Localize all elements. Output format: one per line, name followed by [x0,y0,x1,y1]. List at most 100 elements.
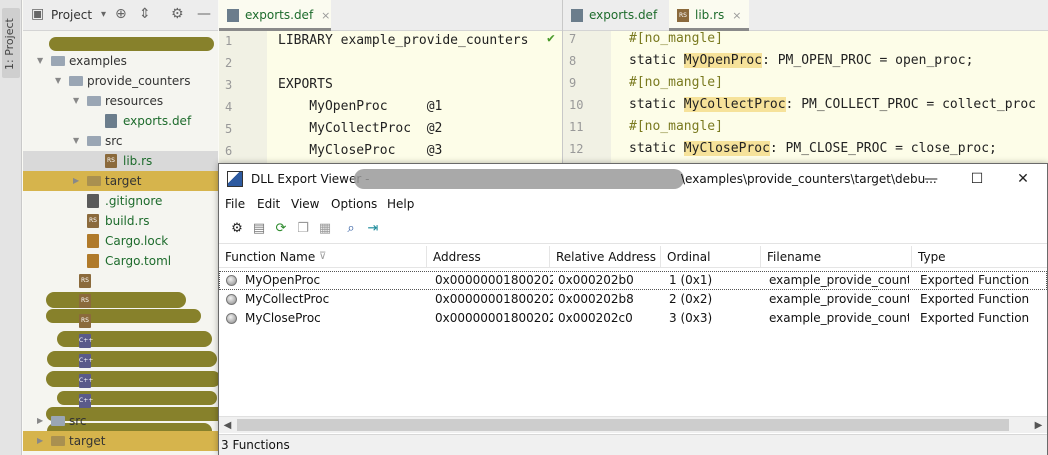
tree-item-lib-rs[interactable]: RS lib.rs [23,151,218,171]
tree-item-build-rs[interactable]: RS build.rs [23,211,218,231]
file-icon [87,234,99,248]
horizontal-scrollbar[interactable]: ◀ ▶ [219,416,1047,433]
save-icon[interactable]: ▤ [250,220,268,238]
tree-item-gitignore[interactable]: .gitignore [23,191,218,211]
column-ordinal[interactable]: Ordinal [661,246,761,268]
tree-item-target[interactable]: ▶ target [23,171,218,191]
exit-icon[interactable]: ⇥ [364,220,382,238]
chevron-down-icon[interactable]: ▼ [73,91,79,111]
close-icon[interactable]: × [732,9,741,22]
chevron-right-icon[interactable]: ▶ [37,431,43,451]
project-panel-header: ▣ Project ▾ ⊕ ⇕ ⚙ — [23,0,218,31]
chevron-down-icon[interactable]: ▾ [101,9,106,20]
tree-item-resources[interactable]: ▼ resources [23,91,218,111]
tree-item-label: .gitignore [105,194,163,208]
column-label: Relative Address [556,250,656,264]
code-token: : PM_OPEN_PROC = open_proc; [762,53,974,68]
cell-type: Exported Function [920,311,1030,325]
tree-item-label: src [105,134,123,148]
chevron-right-icon[interactable]: ▶ [37,411,43,431]
cell-filename: example_provide_count... [769,292,909,306]
scroll-left-icon[interactable]: ◀ [219,417,236,434]
close-icon[interactable]: × [321,9,330,22]
menu-view[interactable]: View [291,197,319,211]
properties-icon[interactable]: ⚙ [228,220,246,238]
tree-item-label: exports.def [123,114,192,128]
find-icon[interactable]: ⌕ [342,220,360,238]
menu-options[interactable]: Options [331,197,377,211]
gear-icon[interactable]: ⚙ [171,6,184,22]
folder-icon [69,76,83,86]
folder-icon [87,96,101,106]
minimize-button[interactable]: — [911,168,951,190]
code-line: MyCollectProc @2 [278,121,443,136]
chevron-down-icon[interactable]: ▼ [37,51,43,71]
column-address[interactable]: Address [427,246,550,268]
folder-icon [51,436,65,446]
column-type[interactable]: Type [912,246,1047,268]
app-icon [227,171,243,187]
tree-item-exports-def[interactable]: exports.def [23,111,218,131]
table-row[interactable]: MyCloseProc 0x00000001800202c0 0x000202c0 3… [219,309,1047,328]
collapse-all-icon[interactable]: ⇕ [139,6,151,22]
status-bar: 3 Functions [219,434,1047,455]
html-report-icon[interactable]: ▦ [316,220,334,238]
locate-icon[interactable]: ⊕ [115,6,127,22]
highlighted-identifier: MyCloseProc [683,141,770,156]
line-number: 5 [225,122,233,136]
chevron-right-icon[interactable]: ▶ [73,171,79,191]
cell-ordinal: 2 (0x2) [669,292,713,306]
tab-lib-rs[interactable]: RS lib.rs × [669,0,749,31]
project-tree: ▼ examples ▼ provide_counters ▼ resources expo… [23,31,226,455]
line-number: 12 [569,142,584,156]
menu-help[interactable]: Help [387,197,414,211]
cell-name: MyCollectProc [245,292,330,306]
cell-relative: 0x000202b8 [558,292,634,306]
file-icon: RS [79,314,91,328]
window-title: DLL Export Viewer - [251,172,370,186]
refresh-icon[interactable]: ⟳ [272,220,290,238]
maximize-button[interactable]: ☐ [957,168,997,190]
table-row[interactable]: MyCollectProc 0x00000001800202b8 0x000202b… [219,290,1047,309]
code-token: : PM_CLOSE_PROC = close_proc; [769,141,997,156]
function-icon [226,275,237,286]
chevron-down-icon[interactable]: ▼ [73,131,79,151]
line-number: 7 [569,32,577,46]
tree-item-label: target [105,174,142,188]
project-tool-label[interactable]: 1: Project [3,18,16,70]
cell-name: MyOpenProc [245,273,321,287]
hide-panel-icon[interactable]: — [197,6,211,22]
chevron-down-icon[interactable]: ▼ [55,71,61,91]
close-button[interactable]: ✕ [1003,168,1043,190]
tree-item-label: Cargo.lock [105,234,169,248]
copy-icon[interactable]: ❐ [294,220,312,238]
code-line: EXPORTS [278,77,333,92]
tab-exports-def-right[interactable]: exports.def [563,0,667,31]
project-view-icon: ▣ [31,6,45,22]
file-icon [87,254,99,268]
column-function-name[interactable]: Function Name ⊽ [219,246,427,268]
table-row[interactable]: MyOpenProc 0x00000001800202b0 0x000202b0 1 … [219,271,1047,290]
tab-exports-def-left[interactable]: exports.def × [219,0,331,31]
tree-item-src[interactable]: ▼ src [23,131,218,151]
tree-item-src-root[interactable]: ▶ src [23,411,218,431]
scroll-right-icon[interactable]: ▶ [1030,417,1047,434]
tree-item-target-root[interactable]: ▶ target [23,431,218,451]
code-token: #[no_mangle] [629,119,723,134]
tab-label: lib.rs [695,8,725,22]
project-view-selector[interactable]: Project [51,8,92,22]
menu-file[interactable]: File [225,197,245,211]
column-relative-address[interactable]: Relative Address [550,246,661,268]
tree-item-provide-counters[interactable]: ▼ provide_counters [23,71,218,91]
file-icon [87,194,99,208]
cell-type: Exported Function [920,273,1030,287]
line-number: 11 [569,120,584,134]
menu-edit[interactable]: Edit [257,197,280,211]
tree-item-cargo-lock[interactable]: Cargo.lock [23,231,218,251]
code-token: static [629,53,684,68]
tree-item-cargo-toml[interactable]: Cargo.toml [23,251,218,271]
column-filename[interactable]: Filename [761,246,912,268]
tree-item-examples[interactable]: ▼ examples [23,51,218,71]
window-titlebar[interactable]: DLL Export Viewer - \examples\provide_co… [219,164,1047,195]
scroll-thumb[interactable] [237,419,1009,431]
